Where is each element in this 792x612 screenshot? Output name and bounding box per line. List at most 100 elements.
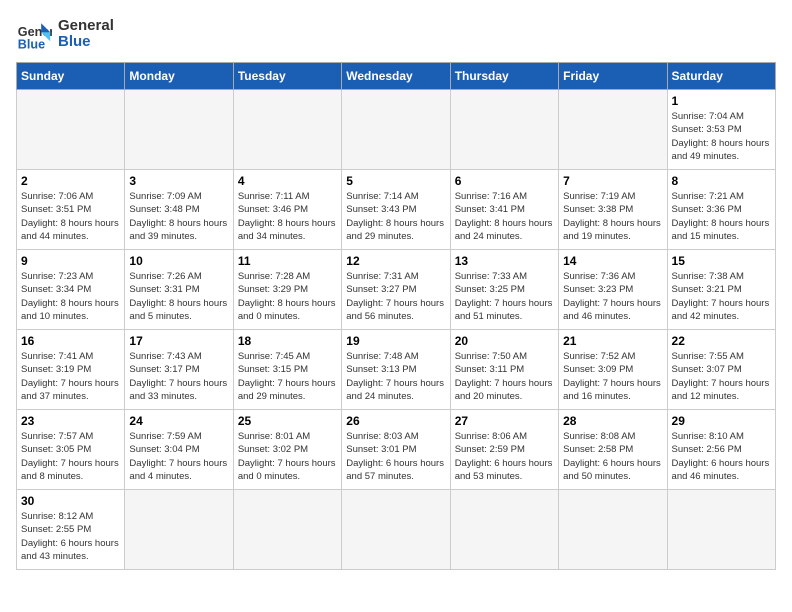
day-info: Sunrise: 7:14 AMSunset: 3:43 PMDaylight:… bbox=[346, 190, 445, 243]
calendar-day-cell bbox=[342, 90, 450, 170]
logo-general: General bbox=[58, 18, 114, 35]
calendar-day-cell: 26 Sunrise: 8:03 AMSunset: 3:01 PMDayligh… bbox=[342, 410, 450, 490]
day-number: 14 bbox=[563, 254, 662, 268]
day-number: 9 bbox=[21, 254, 120, 268]
calendar-day-cell: 11Sunrise: 7:28 AMSunset: 3:29 PMDayligh… bbox=[233, 250, 341, 330]
weekday-header-sunday: Sunday bbox=[17, 63, 125, 90]
calendar-week-row: 23 Sunrise: 7:57 AMSunset: 3:05 PMDayligh… bbox=[17, 410, 776, 490]
calendar-day-cell: 16 Sunrise: 7:41 AMSunset: 3:19 PMDayligh… bbox=[17, 330, 125, 410]
day-number: 16 bbox=[21, 334, 120, 348]
day-number: 6 bbox=[455, 174, 554, 188]
day-number: 25 bbox=[238, 414, 337, 428]
calendar-day-cell: 1 Sunrise: 7:04 AMSunset: 3:53 PMDaylight… bbox=[667, 90, 775, 170]
calendar-day-cell: 28Sunrise: 8:08 AMSunset: 2:58 PMDayligh… bbox=[559, 410, 667, 490]
calendar-week-row: 16 Sunrise: 7:41 AMSunset: 3:19 PMDayligh… bbox=[17, 330, 776, 410]
header: General Blue General Blue bbox=[16, 16, 776, 52]
day-info: Sunrise: 8:10 AMSunset: 2:56 PMDaylight:… bbox=[672, 430, 771, 483]
day-number: 10 bbox=[129, 254, 228, 268]
calendar-day-cell: 25 Sunrise: 8:01 AMSunset: 3:02 PMDayligh… bbox=[233, 410, 341, 490]
calendar-day-cell: 12Sunrise: 7:31 AMSunset: 3:27 PMDayligh… bbox=[342, 250, 450, 330]
day-number: 28 bbox=[563, 414, 662, 428]
weekday-header-wednesday: Wednesday bbox=[342, 63, 450, 90]
calendar-day-cell: 7 Sunrise: 7:19 AMSunset: 3:38 PMDaylight… bbox=[559, 170, 667, 250]
calendar-day-cell: 30Sunrise: 8:12 AMSunset: 2:55 PMDayligh… bbox=[17, 490, 125, 570]
day-number: 1 bbox=[672, 94, 771, 108]
calendar-day-cell bbox=[450, 90, 558, 170]
calendar-day-cell bbox=[559, 90, 667, 170]
calendar-week-row: 9 Sunrise: 7:23 AMSunset: 3:34 PMDaylight… bbox=[17, 250, 776, 330]
calendar-day-cell: 23 Sunrise: 7:57 AMSunset: 3:05 PMDayligh… bbox=[17, 410, 125, 490]
calendar-week-row: 1 Sunrise: 7:04 AMSunset: 3:53 PMDaylight… bbox=[17, 90, 776, 170]
day-number: 26 bbox=[346, 414, 445, 428]
day-info: Sunrise: 8:03 AMSunset: 3:01 PMDaylight:… bbox=[346, 430, 445, 483]
calendar-day-cell: 14Sunrise: 7:36 AMSunset: 3:23 PMDayligh… bbox=[559, 250, 667, 330]
calendar-day-cell: 10Sunrise: 7:26 AMSunset: 3:31 PMDayligh… bbox=[125, 250, 233, 330]
day-info: Sunrise: 7:38 AMSunset: 3:21 PMDaylight:… bbox=[672, 270, 771, 323]
day-info: Sunrise: 7:48 AMSunset: 3:13 PMDaylight:… bbox=[346, 350, 445, 403]
day-info: Sunrise: 7:41 AMSunset: 3:19 PMDaylight:… bbox=[21, 350, 120, 403]
day-info: Sunrise: 7:04 AMSunset: 3:53 PMDaylight:… bbox=[672, 110, 771, 163]
calendar-day-cell bbox=[17, 90, 125, 170]
calendar-day-cell: 27 Sunrise: 8:06 AMSunset: 2:59 PMDayligh… bbox=[450, 410, 558, 490]
day-number: 19 bbox=[346, 334, 445, 348]
calendar-day-cell: 2Sunrise: 7:06 AMSunset: 3:51 PMDaylight… bbox=[17, 170, 125, 250]
calendar-day-cell bbox=[667, 490, 775, 570]
logo-blue: Blue bbox=[58, 34, 114, 51]
weekday-header-row: SundayMondayTuesdayWednesdayThursdayFrid… bbox=[17, 63, 776, 90]
day-number: 4 bbox=[238, 174, 337, 188]
day-info: Sunrise: 7:55 AMSunset: 3:07 PMDaylight:… bbox=[672, 350, 771, 403]
day-info: Sunrise: 7:50 AMSunset: 3:11 PMDaylight:… bbox=[455, 350, 554, 403]
day-number: 29 bbox=[672, 414, 771, 428]
calendar-week-row: 2Sunrise: 7:06 AMSunset: 3:51 PMDaylight… bbox=[17, 170, 776, 250]
weekday-header-thursday: Thursday bbox=[450, 63, 558, 90]
day-info: Sunrise: 8:12 AMSunset: 2:55 PMDaylight:… bbox=[21, 510, 120, 563]
day-number: 23 bbox=[21, 414, 120, 428]
calendar-day-cell bbox=[450, 490, 558, 570]
calendar-day-cell: 29 Sunrise: 8:10 AMSunset: 2:56 PMDayligh… bbox=[667, 410, 775, 490]
day-info: Sunrise: 7:59 AMSunset: 3:04 PMDaylight:… bbox=[129, 430, 228, 483]
calendar-day-cell: 13 Sunrise: 7:33 AMSunset: 3:25 PMDayligh… bbox=[450, 250, 558, 330]
calendar-day-cell: 4Sunrise: 7:11 AMSunset: 3:46 PMDaylight… bbox=[233, 170, 341, 250]
day-info: Sunrise: 7:09 AMSunset: 3:48 PMDaylight:… bbox=[129, 190, 228, 243]
day-info: Sunrise: 7:57 AMSunset: 3:05 PMDaylight:… bbox=[21, 430, 120, 483]
day-number: 21 bbox=[563, 334, 662, 348]
logo-icon: General Blue bbox=[16, 16, 52, 52]
calendar-day-cell: 15Sunrise: 7:38 AMSunset: 3:21 PMDayligh… bbox=[667, 250, 775, 330]
calendar-day-cell: 8Sunrise: 7:21 AMSunset: 3:36 PMDaylight… bbox=[667, 170, 775, 250]
day-info: Sunrise: 7:43 AMSunset: 3:17 PMDaylight:… bbox=[129, 350, 228, 403]
day-number: 5 bbox=[346, 174, 445, 188]
calendar-day-cell: 5 Sunrise: 7:14 AMSunset: 3:43 PMDaylight… bbox=[342, 170, 450, 250]
day-number: 3 bbox=[129, 174, 228, 188]
day-info: Sunrise: 7:28 AMSunset: 3:29 PMDaylight:… bbox=[238, 270, 337, 323]
day-info: Sunrise: 7:33 AMSunset: 3:25 PMDaylight:… bbox=[455, 270, 554, 323]
day-info: Sunrise: 7:31 AMSunset: 3:27 PMDaylight:… bbox=[346, 270, 445, 323]
calendar-day-cell bbox=[233, 90, 341, 170]
calendar-table: SundayMondayTuesdayWednesdayThursdayFrid… bbox=[16, 62, 776, 570]
calendar-day-cell: 17Sunrise: 7:43 AMSunset: 3:17 PMDayligh… bbox=[125, 330, 233, 410]
day-info: Sunrise: 7:52 AMSunset: 3:09 PMDaylight:… bbox=[563, 350, 662, 403]
calendar-day-cell: 20 Sunrise: 7:50 AMSunset: 3:11 PMDayligh… bbox=[450, 330, 558, 410]
day-number: 18 bbox=[238, 334, 337, 348]
calendar-day-cell bbox=[125, 490, 233, 570]
day-info: Sunrise: 8:06 AMSunset: 2:59 PMDaylight:… bbox=[455, 430, 554, 483]
logo: General Blue General Blue bbox=[16, 16, 114, 52]
calendar-day-cell: 22 Sunrise: 7:55 AMSunset: 3:07 PMDayligh… bbox=[667, 330, 775, 410]
calendar-day-cell bbox=[125, 90, 233, 170]
calendar-day-cell bbox=[342, 490, 450, 570]
day-info: Sunrise: 7:06 AMSunset: 3:51 PMDaylight:… bbox=[21, 190, 120, 243]
calendar-day-cell: 6Sunrise: 7:16 AMSunset: 3:41 PMDaylight… bbox=[450, 170, 558, 250]
day-number: 22 bbox=[672, 334, 771, 348]
calendar-day-cell: 24Sunrise: 7:59 AMSunset: 3:04 PMDayligh… bbox=[125, 410, 233, 490]
day-number: 8 bbox=[672, 174, 771, 188]
day-number: 27 bbox=[455, 414, 554, 428]
weekday-header-monday: Monday bbox=[125, 63, 233, 90]
weekday-header-saturday: Saturday bbox=[667, 63, 775, 90]
day-info: Sunrise: 7:19 AMSunset: 3:38 PMDaylight:… bbox=[563, 190, 662, 243]
day-number: 20 bbox=[455, 334, 554, 348]
calendar-week-row: 30Sunrise: 8:12 AMSunset: 2:55 PMDayligh… bbox=[17, 490, 776, 570]
day-info: Sunrise: 8:01 AMSunset: 3:02 PMDaylight:… bbox=[238, 430, 337, 483]
day-number: 7 bbox=[563, 174, 662, 188]
day-number: 13 bbox=[455, 254, 554, 268]
day-info: Sunrise: 7:23 AMSunset: 3:34 PMDaylight:… bbox=[21, 270, 120, 323]
calendar-day-cell: 3 Sunrise: 7:09 AMSunset: 3:48 PMDaylight… bbox=[125, 170, 233, 250]
